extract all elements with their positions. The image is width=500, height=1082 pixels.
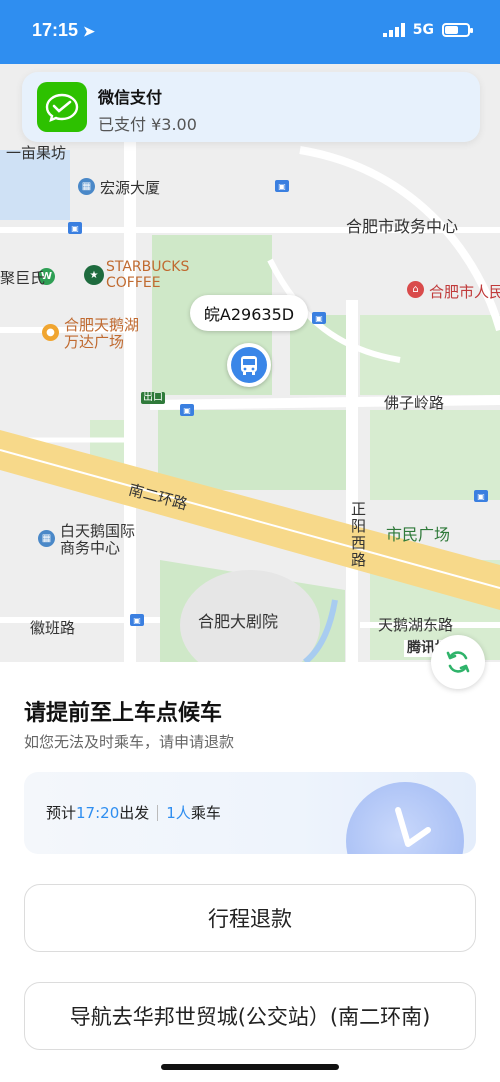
bus-stop-icon: ▣ bbox=[180, 404, 194, 416]
map-label-starbucks-2: COFFEE bbox=[106, 275, 161, 291]
notification-message: 已支付 ¥3.00 bbox=[98, 115, 197, 134]
government-icon: ⌂ bbox=[407, 281, 424, 298]
departure-info: 预计 17:20 出发 1人 乘车 bbox=[46, 802, 221, 823]
status-time: 17:15 ➤ bbox=[32, 20, 95, 40]
map-label-gov-hefei: 合肥市人民 bbox=[429, 283, 500, 301]
battery-icon bbox=[442, 23, 473, 37]
map-label-jubang: 聚巨氏 bbox=[0, 269, 46, 287]
network-label: 5G bbox=[412, 22, 434, 38]
signal-icon bbox=[382, 23, 405, 37]
location-arrow-icon: ➤ bbox=[83, 23, 95, 39]
map-label-tianehu: 天鹅湖东路 bbox=[378, 616, 454, 634]
sheet-title: 请提前至上车点候车 bbox=[24, 701, 223, 726]
building-icon: ▦ bbox=[38, 530, 55, 547]
navigate-button[interactable]: 导航去华邦世贸城(公交站）(南二环南) bbox=[24, 982, 476, 1050]
info-board: 乘车 bbox=[190, 804, 221, 822]
sheet-subtitle: 如您无法及时乘车，请申请退款 bbox=[24, 733, 235, 751]
bus-stop-icon: ▣ bbox=[130, 614, 144, 626]
refresh-button[interactable] bbox=[431, 635, 485, 689]
shopping-icon: ● bbox=[42, 324, 59, 341]
payment-notification[interactable]: 微信支付 已支付 ¥3.00 bbox=[22, 72, 480, 142]
divider bbox=[157, 804, 159, 821]
departure-info-card: 预计 17:20 出发 1人 乘车 bbox=[24, 772, 476, 854]
status-indicators: 5G bbox=[382, 22, 473, 38]
bus-plate-bubble: 皖A29635D bbox=[190, 295, 308, 331]
passenger-count: 1人 bbox=[166, 804, 191, 822]
info-depart: 出发 bbox=[119, 804, 150, 822]
bus-stop-icon: ▣ bbox=[474, 490, 488, 502]
map-label-foziling: 佛子岭路 bbox=[384, 394, 445, 412]
map-label-theater: 合肥大剧院 bbox=[198, 612, 279, 631]
map-label-shimin: 市民广场 bbox=[386, 525, 451, 544]
refresh-icon bbox=[446, 651, 470, 673]
bus-marker[interactable] bbox=[227, 343, 271, 387]
exit-badge: 出口 bbox=[141, 392, 165, 404]
building-icon: ▦ bbox=[78, 178, 95, 195]
map-label-baitiane-1: 白天鹅国际 bbox=[60, 522, 136, 540]
wechat-pay-icon bbox=[37, 82, 87, 132]
notification-title: 微信支付 bbox=[98, 88, 163, 107]
bottom-sheet: 请提前至上车点候车 如您无法及时乘车，请申请退款 预计 17:20 出发 1人 … bbox=[0, 662, 500, 1082]
map-label-zhengyang-4: 路 bbox=[351, 551, 367, 569]
starbucks-icon: ★ bbox=[84, 265, 104, 285]
clock-icon bbox=[346, 782, 464, 854]
map-label-huiban: 徽班路 bbox=[30, 619, 76, 637]
map-label-wanda-1: 合肥天鹅湖 bbox=[64, 316, 140, 334]
map-label-gov-center: 合肥市政务中心 bbox=[346, 217, 459, 236]
departure-time: 17:20 bbox=[76, 803, 120, 822]
map-label-hongyuan: 宏源大厦 bbox=[100, 179, 161, 197]
map-label-starbucks-1: STARBUCKS bbox=[106, 259, 190, 275]
map-label-yimu: 一亩果坊 bbox=[6, 144, 67, 162]
map-label-wanda-2: 万达广场 bbox=[64, 333, 125, 351]
bus-icon bbox=[231, 347, 267, 383]
map-label-zhengyang-3: 西 bbox=[351, 534, 367, 552]
map-label-zhengyang-1: 正 bbox=[351, 500, 367, 518]
bus-stop-icon: ▣ bbox=[68, 222, 82, 234]
bus-stop-icon: ▣ bbox=[312, 312, 326, 324]
map-label-zhengyang-2: 阳 bbox=[351, 517, 367, 535]
map-label-baitiane-2: 商务中心 bbox=[60, 539, 121, 557]
info-prefix: 预计 bbox=[46, 804, 77, 822]
home-indicator[interactable] bbox=[161, 1064, 339, 1070]
bus-stop-icon: ▣ bbox=[275, 180, 289, 192]
refund-button[interactable]: 行程退款 bbox=[24, 884, 476, 952]
status-bar: 17:15 ➤ 5G bbox=[0, 0, 500, 64]
